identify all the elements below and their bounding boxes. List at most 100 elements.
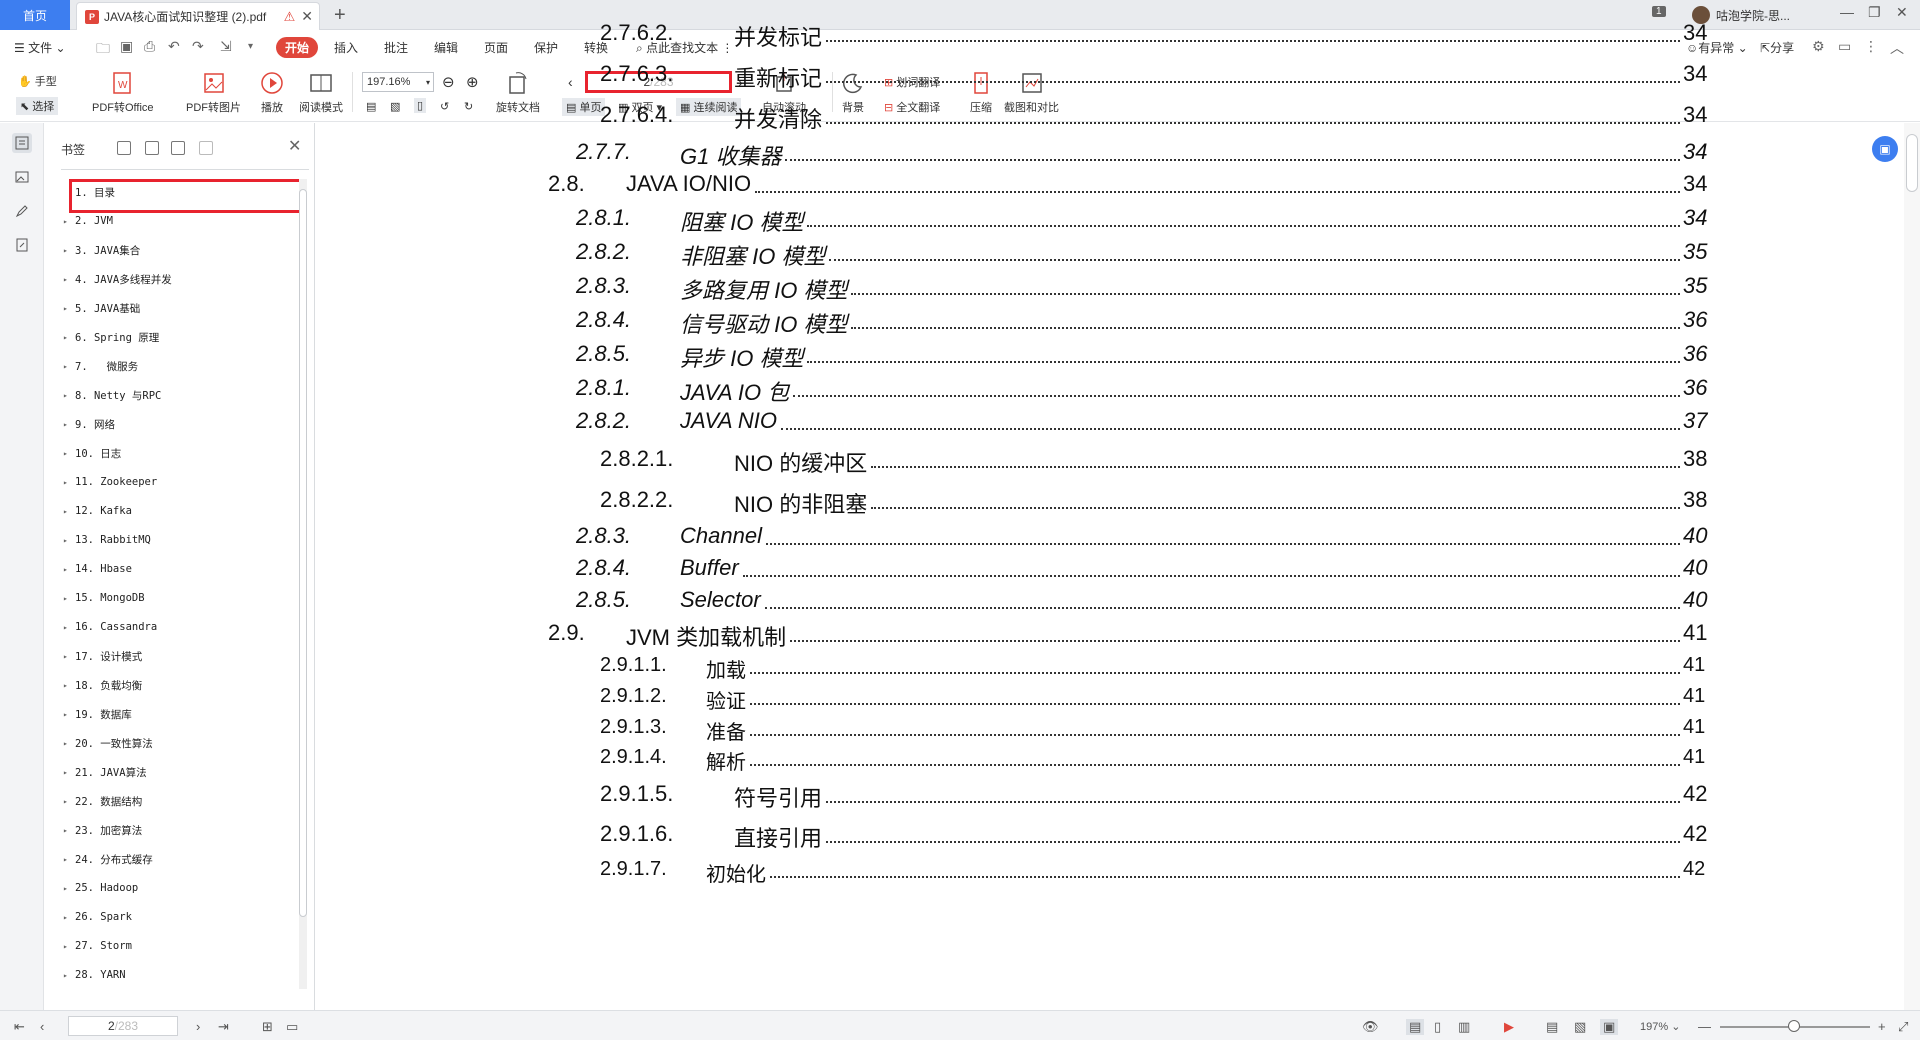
expand-arrow-icon[interactable]: ▸ [63,681,75,690]
bookmark-item[interactable]: ▸ 13. RabbitMQ [63,531,151,549]
toc-entry[interactable]: 2.8.4. Buffer 40 [316,555,1904,583]
bookmark-item[interactable]: ▸ 9. 网络 [63,415,115,433]
page-view-icon[interactable]: ▯ [1434,1019,1441,1035]
toc-entry[interactable]: 2.9.1.3. 准备 41 [316,716,1904,744]
bookmark-item[interactable]: 1. 目录 [63,183,115,201]
play-status-icon[interactable]: ▶ [1504,1019,1514,1035]
toc-entry[interactable]: 2.8.2. 非阻塞 IO 模型 35 [316,239,1904,269]
bookmark-item[interactable]: ▸ 20. 一致性算法 [63,734,153,752]
toc-entry[interactable]: 2.8.2.2. NIO 的非阻塞 38 [316,487,1904,517]
delete-bookmark-icon[interactable] [199,141,213,155]
toc-entry[interactable]: 2.9.1.7. 初始化 42 [316,858,1904,886]
expand-arrow-icon[interactable]: ▸ [63,739,75,748]
toc-entry[interactable]: 2.7.6.4. 并发清除 34 [316,102,1904,132]
bookmark-item[interactable]: ▸ 10. 日志 [63,444,121,462]
document-scroll-thumb[interactable] [1906,134,1918,192]
zoom-out-status-icon[interactable]: — [1698,1019,1711,1034]
export-icon[interactable]: ⇲ [220,38,232,55]
hand-tool-button[interactable]: ✋ 手型 [18,73,57,89]
fit-page-status-icon[interactable]: ▤ [1546,1019,1558,1035]
bookmark-item[interactable]: ▸ 4. JAVA多线程并发 [63,270,172,288]
expand-arrow-icon[interactable]: ▸ [63,536,75,545]
expand-bookmark-icon[interactable] [145,141,159,155]
single-view-icon[interactable]: ▤ [1406,1019,1425,1035]
bookmark-item[interactable]: ▸ 27. Storm [63,937,132,955]
expand-arrow-icon[interactable]: ▸ [63,478,75,487]
prev-page-status-icon[interactable]: ‹ [40,1019,44,1034]
save-icon[interactable]: ▣ [120,38,133,55]
expand-arrow-icon[interactable]: ▸ [63,971,75,980]
toc-entry[interactable]: 2.9.1.4. 解析 41 [316,746,1904,774]
zoom-slider-knob[interactable] [1788,1020,1800,1032]
play-button[interactable]: 播放 [259,70,285,115]
expand-arrow-icon[interactable]: ▸ [63,768,75,777]
bookmark-item[interactable]: ▸ 11. Zookeeper [63,473,157,491]
expand-arrow-icon[interactable]: ▸ [63,420,75,429]
document-scrollbar[interactable] [1904,123,1920,1010]
expand-arrow-icon[interactable]: ▸ [63,855,75,864]
bookmark-item[interactable]: ▸ 16. Cassandra [63,618,157,636]
bookmark-item[interactable]: ▸ 6. Spring 原理 [63,328,159,346]
restore-icon[interactable]: ❐ [1868,4,1881,21]
bookmark-item[interactable]: ▸ 24. 分布式缓存 [63,850,153,868]
toc-entry[interactable]: 2.8.5. Selector 40 [316,587,1904,615]
bookmark-item[interactable]: ▸ 22. 数据结构 [63,792,142,810]
bookmark-item[interactable]: ▸ 21. JAVA算法 [63,763,147,781]
first-page-icon[interactable]: ⇤ [14,1019,25,1035]
double-view-icon[interactable]: ▥ [1458,1019,1470,1035]
bookmark-item[interactable]: ▸ 17. 设计模式 [63,647,142,665]
toc-entry[interactable]: 2.8.2.1. NIO 的缓冲区 38 [316,446,1904,476]
bookmark-item[interactable]: ▸ 7. 微服务 [63,357,138,375]
fit-width-status-icon[interactable]: ▧ [1574,1019,1586,1035]
print-icon[interactable]: ⎙ [144,38,155,55]
expand-arrow-icon[interactable]: ▸ [63,594,75,603]
close-window-icon[interactable]: ✕ [1896,4,1908,21]
expand-arrow-icon[interactable]: ▸ [63,391,75,400]
toc-entry[interactable]: 2.8.3. Channel 40 [316,523,1904,551]
expand-arrow-icon[interactable]: ▸ [63,884,75,893]
expand-arrow-icon[interactable]: ▸ [63,913,75,922]
toc-entry[interactable]: 2.9.1.2. 验证 41 [316,685,1904,713]
select-tool-button[interactable]: ⬉ 选择 [16,97,59,115]
bookmark-item[interactable]: ▸ 2. JVM [63,212,113,230]
bookmark-panel-icon[interactable] [12,133,32,153]
fullscreen-icon[interactable]: ⤢ [1898,1019,1908,1035]
pdf-to-office-button[interactable]: W PDF转Office [92,70,154,115]
close-panel-icon[interactable]: ✕ [288,136,301,156]
toc-entry[interactable]: 2.7.7. G1 收集器 34 [316,139,1904,169]
toc-entry[interactable]: 2.8.2. JAVA NIO 37 [316,408,1904,436]
bookmark-item[interactable]: ▸ 18. 负载均衡 [63,676,142,694]
annotation-icon[interactable] [12,201,32,221]
expand-arrow-icon[interactable]: ▸ [63,246,75,255]
expand-arrow-icon[interactable]: ▸ [63,623,75,632]
close-tab-icon[interactable]: ✕ [301,8,313,25]
bookmark-scroll-thumb[interactable] [299,189,307,917]
bookmark-item[interactable]: ▸ 26. Spark [63,908,132,926]
expand-arrow-icon[interactable]: ▸ [63,565,75,574]
toc-entry[interactable]: 2.7.6.3. 重新标记 34 [316,61,1904,91]
expand-arrow-icon[interactable]: ▸ [63,304,75,313]
bookmark-item[interactable]: ▸ 15. MongoDB [63,589,145,607]
toc-entry[interactable]: 2.9.1.6. 直接引用 42 [316,821,1904,851]
floating-tool-icon[interactable]: ▣ [1872,136,1898,162]
bookmark-item[interactable]: ▸ 12. Kafka [63,502,132,520]
redo-icon[interactable]: ↷ [192,38,204,55]
pdf-to-image-button[interactable]: PDF转图片 [186,70,241,115]
zoom-in-status-icon[interactable]: + [1878,1019,1886,1034]
warning-icon[interactable]: ⚠ [284,9,296,25]
toc-entry[interactable]: 2.8.3. 多路复用 IO 模型 35 [316,273,1904,303]
document-tab[interactable]: P JAVA核心面试知识整理 (2).pdf ⚠ ✕ [76,2,320,30]
actual-size-status-icon[interactable]: ▣ [1600,1019,1619,1035]
file-menu[interactable]: ☰ 文件 ⌄ [14,39,66,56]
collapse-bookmark-icon[interactable] [171,141,185,155]
expand-arrow-icon[interactable]: ▸ [63,507,75,516]
toc-entry[interactable]: 2.9.1.5. 符号引用 42 [316,781,1904,811]
expand-arrow-icon[interactable]: ▸ [63,652,75,661]
add-bookmark-icon[interactable] [117,141,131,155]
open-folder-icon[interactable]: 🗀 [96,38,110,62]
expand-arrow-icon[interactable]: ▸ [63,217,75,226]
bookmark-item[interactable]: ▸ 14. Hbase [63,560,132,578]
toc-entry[interactable]: 2.9.1.1. 加载 41 [316,654,1904,682]
home-tab[interactable]: 首页 [0,0,70,30]
expand-arrow-icon[interactable]: ▸ [63,275,75,284]
